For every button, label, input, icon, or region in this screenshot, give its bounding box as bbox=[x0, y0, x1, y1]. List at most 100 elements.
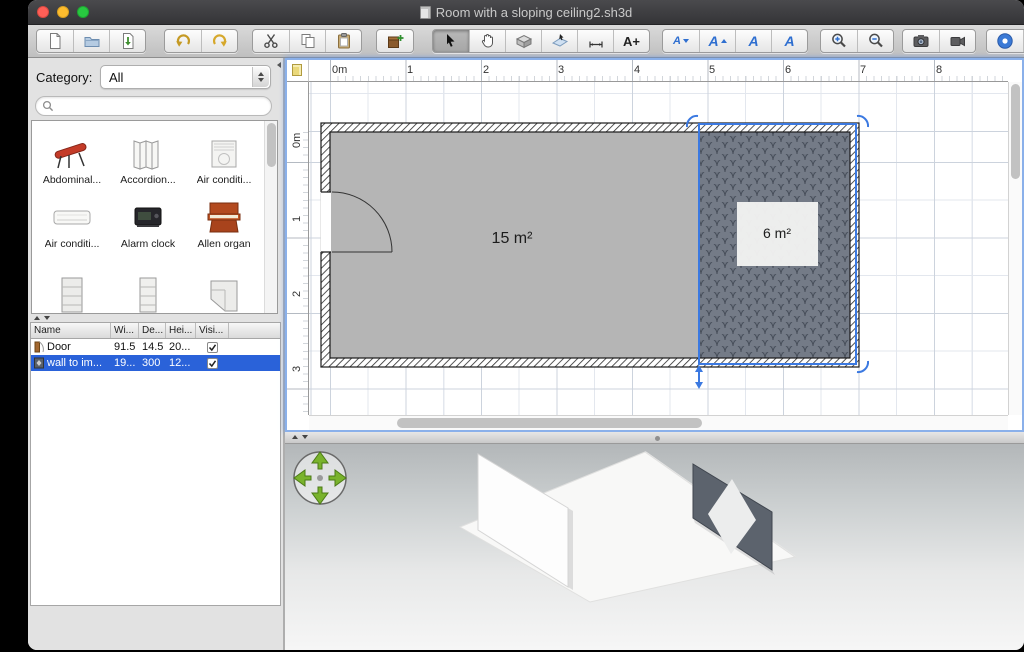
pan-mode-button[interactable] bbox=[469, 30, 505, 52]
italic-button[interactable]: A bbox=[771, 30, 807, 52]
undo-button[interactable] bbox=[165, 30, 201, 52]
visible-checkbox[interactable] bbox=[207, 342, 218, 353]
area-label-small: 6 m² bbox=[763, 225, 791, 241]
copy-button[interactable] bbox=[289, 30, 325, 52]
paste-button[interactable] bbox=[325, 30, 361, 52]
category-dropdown[interactable]: All bbox=[100, 65, 271, 89]
catalog-item[interactable] bbox=[34, 251, 110, 314]
visible-checkbox[interactable] bbox=[207, 358, 218, 369]
plan-corner-icon bbox=[292, 64, 302, 76]
plan-horizontal-scrollbar[interactable] bbox=[309, 415, 1008, 430]
row-name: wall to im... bbox=[47, 357, 102, 369]
catalog-scrollbar[interactable] bbox=[264, 121, 277, 313]
cut-button[interactable] bbox=[253, 30, 289, 52]
room-icon bbox=[551, 32, 569, 50]
split-down-icon bbox=[44, 316, 50, 320]
row-width: 91.5 bbox=[111, 341, 139, 353]
stepper-up-icon bbox=[258, 72, 264, 76]
zoom-window-button[interactable] bbox=[77, 6, 89, 18]
search-input[interactable] bbox=[35, 96, 272, 116]
catalog-item-label: Air conditi... bbox=[45, 238, 100, 251]
ruler-mark: 7 bbox=[860, 64, 866, 76]
plan-tools-group: A+ bbox=[432, 29, 650, 53]
size-up-arrow-icon bbox=[721, 39, 727, 43]
redo-icon bbox=[211, 32, 229, 50]
create-photo-button[interactable] bbox=[903, 30, 939, 52]
view-3d[interactable] bbox=[285, 444, 1024, 650]
select-mode-button[interactable] bbox=[433, 30, 469, 52]
create-video-button[interactable] bbox=[939, 30, 975, 52]
zoom-out-button[interactable] bbox=[857, 30, 893, 52]
split-up-icon bbox=[34, 316, 40, 320]
vertical-ruler: 0m 1 2 3 bbox=[287, 82, 309, 415]
add-furniture-button[interactable] bbox=[377, 30, 413, 52]
catalog-item[interactable]: Accordion... bbox=[110, 123, 186, 187]
redo-button[interactable] bbox=[201, 30, 237, 52]
plan-view[interactable]: 0m 1 2 3 4 5 6 7 8 0m 1 2 3 bbox=[285, 58, 1024, 432]
check-icon bbox=[208, 359, 217, 368]
copy-icon bbox=[299, 32, 317, 50]
camera-icon bbox=[912, 32, 930, 50]
ruler-mark: 8 bbox=[936, 64, 942, 76]
zoom-out-icon bbox=[867, 32, 885, 50]
increase-text-size-button[interactable]: A bbox=[699, 30, 735, 52]
help-button[interactable] bbox=[987, 30, 1023, 52]
column-header-height[interactable]: Hei... bbox=[166, 323, 196, 338]
area-label-large: 15 m² bbox=[492, 230, 534, 247]
traffic-lights bbox=[37, 6, 89, 18]
decrease-text-size-button[interactable]: A bbox=[663, 30, 699, 52]
catalog-item[interactable] bbox=[186, 251, 262, 314]
catalog-scrollbar-thumb[interactable] bbox=[267, 123, 276, 167]
close-window-button[interactable] bbox=[37, 6, 49, 18]
zoom-in-button[interactable] bbox=[821, 30, 857, 52]
add-text-button[interactable]: A+ bbox=[613, 30, 649, 52]
elevation-handle-icon[interactable] bbox=[695, 365, 703, 389]
column-header-visible[interactable]: Visi... bbox=[196, 323, 229, 338]
minimize-window-button[interactable] bbox=[57, 6, 69, 18]
window-title-area: Room with a sloping ceiling2.sh3d bbox=[420, 5, 633, 20]
stepper-down-icon bbox=[258, 78, 264, 82]
catalog-item[interactable] bbox=[110, 251, 186, 314]
plan-horizontal-scrollbar-thumb[interactable] bbox=[397, 418, 702, 428]
create-dimensions-button[interactable] bbox=[577, 30, 613, 52]
row-depth: 14.5 bbox=[139, 341, 166, 353]
new-button[interactable] bbox=[37, 30, 73, 52]
dropdown-stepper[interactable] bbox=[252, 67, 269, 87]
add-furniture-icon bbox=[386, 32, 404, 50]
catalog-item[interactable]: Air conditi... bbox=[34, 187, 110, 251]
app-window: Room with a sloping ceiling2.sh3d bbox=[28, 0, 1024, 650]
sidebar-split-handle[interactable] bbox=[28, 314, 283, 322]
wall-thumbnail-icon bbox=[34, 357, 44, 369]
document-proxy-icon bbox=[420, 6, 431, 19]
plan-vertical-scrollbar-thumb[interactable] bbox=[1011, 84, 1020, 179]
plan-vertical-scrollbar[interactable] bbox=[1008, 82, 1022, 415]
catalog-item[interactable]: Alarm clock bbox=[110, 187, 186, 251]
create-walls-button[interactable] bbox=[505, 30, 541, 52]
save-button[interactable] bbox=[109, 30, 145, 52]
plan-canvas[interactable]: 15 m² 6 m² bbox=[309, 82, 1008, 415]
column-header-depth[interactable]: De... bbox=[139, 323, 166, 338]
ruler-mark: 3 bbox=[291, 366, 303, 372]
create-rooms-button[interactable] bbox=[541, 30, 577, 52]
title-bar[interactable]: Room with a sloping ceiling2.sh3d bbox=[28, 0, 1024, 25]
table-row[interactable]: Door 91.5 14.5 20... bbox=[31, 339, 280, 355]
column-header-name[interactable]: Name bbox=[31, 323, 111, 338]
catalog-item-label: Alarm clock bbox=[121, 238, 175, 251]
clipboard-icon bbox=[335, 32, 353, 50]
bold-button[interactable]: A bbox=[735, 30, 771, 52]
wall-icon bbox=[515, 32, 533, 50]
plan-3d-split-handle[interactable] bbox=[285, 432, 1024, 444]
catalog-item[interactable]: Abdominal... bbox=[34, 123, 110, 187]
catalog-grid: Abdominal... Accordion... Air conditi...… bbox=[32, 121, 277, 314]
catalog-item[interactable]: Allen organ bbox=[186, 187, 262, 251]
collapse-left-icon[interactable] bbox=[277, 62, 281, 68]
catalog-item[interactable]: Air conditi... bbox=[186, 123, 262, 187]
table-row-selected[interactable]: wall to im... 19... 300 12... bbox=[31, 355, 280, 371]
wall-3d-white[interactable] bbox=[478, 454, 568, 587]
shelf-icon bbox=[49, 275, 95, 314]
column-header-width[interactable]: Wi... bbox=[111, 323, 139, 338]
area-label-small-box: 6 m² bbox=[737, 202, 818, 266]
open-button[interactable] bbox=[73, 30, 109, 52]
navigation-compass[interactable] bbox=[291, 449, 349, 507]
help-group bbox=[986, 29, 1024, 53]
